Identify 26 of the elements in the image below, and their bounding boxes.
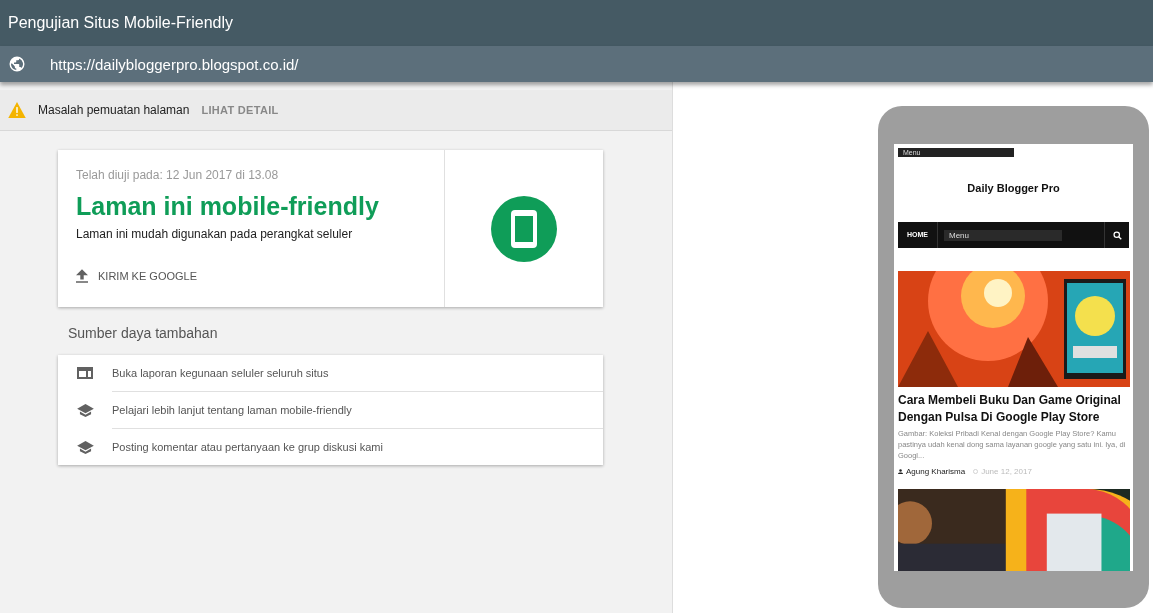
menu-dropdown[interactable]: Menu: [944, 229, 1062, 241]
upload-icon: [76, 269, 88, 283]
window-title: Pengujian Situs Mobile-Friendly: [8, 14, 233, 32]
graduation-cap-icon: [76, 403, 94, 417]
resource-item[interactable]: Buka laporan kegunaan seluler seluruh situs: [58, 355, 603, 391]
warning-text: Masalah pemuatan halaman: [38, 103, 190, 117]
graduation-cap-icon: [76, 440, 94, 454]
user-icon: [898, 469, 903, 474]
result-subtitle: Laman ini mudah digunakan pada perangkat seluler: [76, 227, 354, 241]
post-date: June 12, 2017: [981, 467, 1032, 476]
submit-button[interactable]: KIRIM KE GOOGLE: [76, 269, 198, 283]
result-heading: Laman ini mobile-friendly: [76, 192, 380, 221]
clock-icon: [973, 469, 979, 474]
tested-date: Telah diuji pada: 12 Jun 2017 di 13.08: [76, 168, 280, 182]
report-icon: [77, 367, 93, 379]
resource-item[interactable]: Pelajari lebih lanjut tentang laman mobile-friendly: [112, 391, 603, 428]
post-title[interactable]: Cara Membeli Buku Dan Game Original Dengan Pulsa Di Google Play Store: [898, 392, 1129, 426]
resource-item[interactable]: Posting komentar atau pertanyaan ke grup diskusi kami: [112, 428, 603, 465]
url-text: https://dailybloggerpro.blogspot.co.id/: [50, 55, 299, 73]
search-icon[interactable]: [1112, 230, 1122, 240]
section-heading: Sumber daya tambahan: [68, 325, 219, 341]
post-author[interactable]: Agung Kharisma: [906, 467, 966, 476]
warning-icon: [8, 102, 26, 118]
globe-icon: [8, 55, 26, 73]
phone-icon: [491, 195, 557, 262]
site-title: Daily Blogger Pro: [966, 182, 1061, 194]
